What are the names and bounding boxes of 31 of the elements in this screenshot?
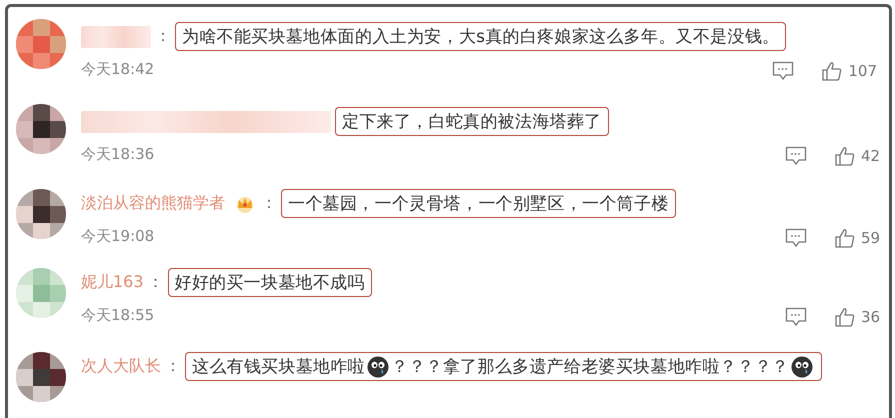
comment-text: 好好的买一块墓地不成吗 (168, 268, 372, 298)
crown-icon (235, 194, 255, 213)
comment-time: 今天18:36 (81, 144, 156, 164)
like-count: 107 (848, 62, 877, 80)
comment-text: 为啥不能买块墓地体面的入土为安，大s真的白疼娘家这么多年。又不是没钱。 (175, 22, 786, 51)
colon: ： (148, 272, 164, 294)
comment-text: 定下来了，白蛇真的被法海塔葬了 (335, 107, 608, 136)
thumbs-up-icon[interactable] (822, 61, 842, 81)
user-name[interactable]: 次人大队长 (81, 356, 161, 378)
comment-icon[interactable] (772, 61, 794, 81)
crying-face-icon (790, 356, 813, 378)
comment-text: 一个墓园，一个灵骨塔，一个别墅区，一个筒子楼 (281, 189, 676, 218)
crying-face-icon (367, 356, 389, 378)
colon: ： (165, 356, 181, 378)
user-name[interactable]: 妮儿163 (81, 272, 144, 294)
comment-time: 今天18:42 (81, 60, 156, 78)
comment-icon[interactable] (785, 146, 807, 166)
comment-icon[interactable] (785, 307, 807, 328)
like-count: 36 (861, 308, 882, 326)
comment-icon[interactable] (785, 228, 807, 248)
comment-text: 这么有钱买块墓地咋啦 ？？？拿了那么多遗产给老婆买块墓地咋啦？？？？ (185, 352, 822, 382)
like-count: 59 (861, 229, 882, 248)
user-name[interactable]: 淡泊从容的熊猫学者 (81, 193, 225, 214)
like-count: 42 (861, 147, 882, 166)
thumbs-up-icon[interactable] (835, 146, 855, 166)
colon: ： (155, 26, 171, 47)
comment-time: 今天18:55 (81, 306, 156, 325)
colon: ： (261, 193, 277, 214)
thumbs-up-icon[interactable] (835, 228, 855, 248)
thumbs-up-icon[interactable] (835, 307, 855, 328)
comment-time: 今天19:08 (81, 226, 156, 246)
